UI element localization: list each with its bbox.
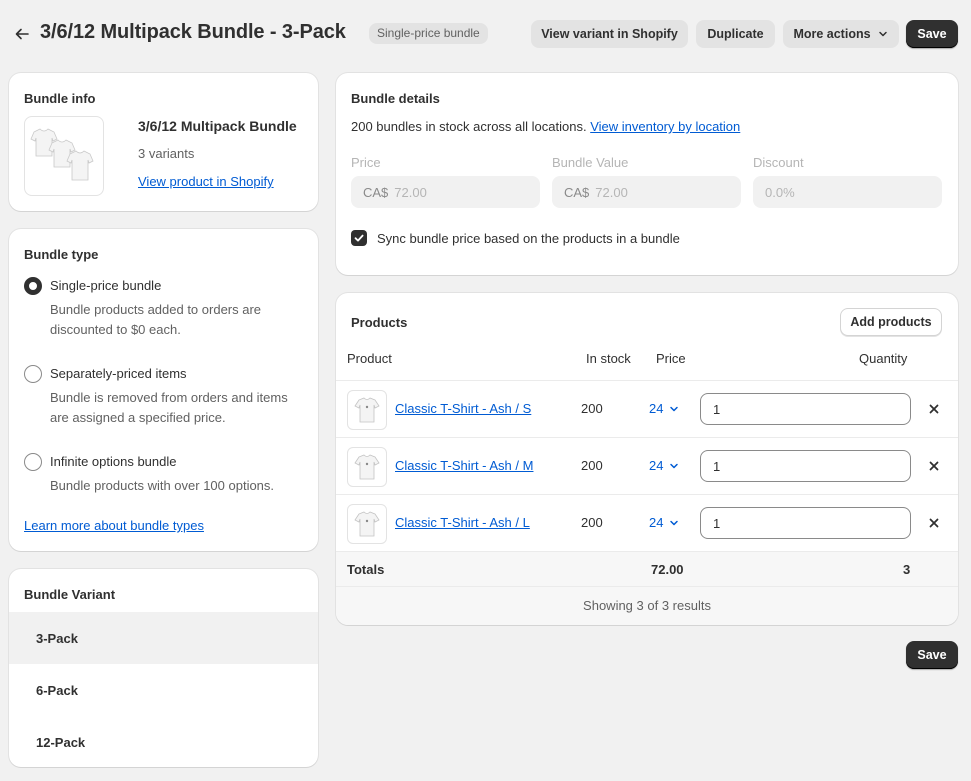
product-price-dropdown[interactable]: 24 <box>649 515 679 530</box>
product-thumbnail <box>347 447 387 487</box>
back-arrow-icon[interactable] <box>12 24 32 44</box>
price-label: Price <box>351 155 381 170</box>
more-actions-label: More actions <box>793 27 871 41</box>
product-link[interactable]: Classic T-Shirt - Ash / S <box>395 401 531 416</box>
radio-separately-priced[interactable] <box>24 365 42 383</box>
table-row: Classic T-Shirt - Ash / S 200 24 <box>336 380 958 437</box>
footer-save-button[interactable]: Save <box>906 641 958 669</box>
sync-price-checkbox[interactable] <box>351 230 367 246</box>
product-thumbnail <box>347 390 387 430</box>
bundle-type-card: Bundle type Single-price bundle Bundle p… <box>9 229 318 551</box>
product-image <box>24 116 104 196</box>
bundle-value-currency: CA$ <box>564 184 590 200</box>
products-heading: Products <box>351 315 408 330</box>
totals-row: Totals 72.00 3 <box>336 551 958 587</box>
bundle-details-heading: Bundle details <box>351 91 440 106</box>
close-icon <box>929 518 939 528</box>
product-stock: 200 <box>581 401 603 416</box>
products-card: Products Add products Product In stock P… <box>336 293 958 625</box>
separately-priced-label: Separately-priced items <box>50 366 187 381</box>
view-product-link[interactable]: View product in Shopify <box>138 174 274 189</box>
column-header-product: Product <box>347 351 392 366</box>
radio-single-price[interactable] <box>24 277 42 295</box>
bundle-product-name: 3/6/12 Multipack Bundle <box>138 118 297 134</box>
product-stock: 200 <box>581 458 603 473</box>
tshirt-icon <box>30 128 94 181</box>
close-icon <box>929 404 939 414</box>
sync-price-label: Sync bundle price based on the products … <box>377 231 680 246</box>
totals-quantity: 3 <box>903 562 911 577</box>
remove-product-button[interactable] <box>926 401 942 417</box>
product-stock: 200 <box>581 515 603 530</box>
price-value: 72.00 <box>394 184 427 200</box>
close-icon <box>929 461 939 471</box>
single-price-label: Single-price bundle <box>50 278 162 293</box>
variant-item-3-pack[interactable]: 3-Pack <box>9 612 318 664</box>
column-header-quantity: Quantity <box>859 351 908 366</box>
bundle-value-value: 72.00 <box>595 184 628 200</box>
bundle-type-badge: Single-price bundle <box>369 23 488 44</box>
product-link[interactable]: Classic T-Shirt - Ash / M <box>395 458 533 473</box>
chevron-down-icon <box>670 463 679 468</box>
variant-item-12-pack[interactable]: 12-Pack <box>9 716 318 767</box>
bundle-variant-card: Bundle Variant 3-Pack 6-Pack 12-Pack <box>9 569 318 767</box>
infinite-options-label: Infinite options bundle <box>50 454 177 469</box>
bundle-info-card: Bundle info 3/6/12 Multipack Bundle 3 va… <box>9 73 318 211</box>
separately-priced-description: Bundle is removed from orders and items … <box>50 390 288 425</box>
add-products-button[interactable]: Add products <box>840 308 942 336</box>
save-button[interactable]: Save <box>906 20 958 48</box>
quantity-input[interactable] <box>700 393 911 425</box>
discount-value: 0.0% <box>765 184 795 200</box>
radio-infinite-options[interactable] <box>24 453 42 471</box>
product-price-dropdown[interactable]: 24 <box>649 401 679 416</box>
chevron-down-icon <box>670 520 679 525</box>
results-count: Showing 3 of 3 results <box>336 587 958 625</box>
bundle-details-card: Bundle details 200 bundles in stock acro… <box>336 73 958 275</box>
column-header-price: Price <box>656 351 686 366</box>
bundle-value-field: CA$ 72.00 <box>552 176 741 208</box>
learn-more-link[interactable]: Learn more about bundle types <box>24 518 204 533</box>
quantity-input[interactable] <box>700 507 911 539</box>
discount-field: 0.0% <box>753 176 942 208</box>
checkmark-icon <box>354 234 364 242</box>
totals-label: Totals <box>347 562 385 577</box>
chevron-down-icon <box>877 28 889 40</box>
variant-item-6-pack[interactable]: 6-Pack <box>9 664 318 716</box>
chevron-down-icon <box>670 406 679 411</box>
totals-price: 72.00 <box>651 562 684 577</box>
duplicate-button[interactable]: Duplicate <box>696 20 775 48</box>
stock-summary: 200 bundles in stock across all location… <box>351 119 740 134</box>
table-row: Classic T-Shirt - Ash / M 200 24 <box>336 437 958 494</box>
tshirt-icon <box>354 397 380 423</box>
product-link[interactable]: Classic T-Shirt - Ash / L <box>395 515 530 530</box>
infinite-options-description: Bundle products with over 100 options. <box>50 478 275 493</box>
view-variant-button[interactable]: View variant in Shopify <box>531 20 688 48</box>
discount-label: Discount <box>753 155 804 170</box>
tshirt-icon <box>354 454 380 480</box>
price-currency: CA$ <box>363 184 389 200</box>
table-row: Classic T-Shirt - Ash / L 200 24 <box>336 494 958 551</box>
variant-count: 3 variants <box>138 146 195 161</box>
tshirt-icon <box>354 511 380 537</box>
single-price-description: Bundle products added to orders are disc… <box>50 302 262 337</box>
bundle-type-heading: Bundle type <box>24 247 99 262</box>
price-field: CA$ 72.00 <box>351 176 540 208</box>
product-price: 24 <box>649 458 664 473</box>
remove-product-button[interactable] <box>926 458 942 474</box>
product-price-dropdown[interactable]: 24 <box>649 458 679 473</box>
quantity-input[interactable] <box>700 450 911 482</box>
column-header-in-stock: In stock <box>586 351 631 366</box>
bundle-variant-heading: Bundle Variant <box>24 587 116 602</box>
view-inventory-link[interactable]: View inventory by location <box>590 119 740 134</box>
stock-text: 200 bundles in stock across all location… <box>351 119 587 134</box>
more-actions-button[interactable]: More actions <box>783 20 899 48</box>
product-price: 24 <box>649 401 664 416</box>
remove-product-button[interactable] <box>926 515 942 531</box>
product-thumbnail <box>347 504 387 544</box>
page-header: 3/6/12 Multipack Bundle - 3-Pack Single-… <box>0 0 971 68</box>
product-price: 24 <box>649 515 664 530</box>
bundle-info-heading: Bundle info <box>24 91 96 106</box>
page-title: 3/6/12 Multipack Bundle - 3-Pack <box>40 21 346 43</box>
bundle-value-label: Bundle Value <box>552 155 629 170</box>
